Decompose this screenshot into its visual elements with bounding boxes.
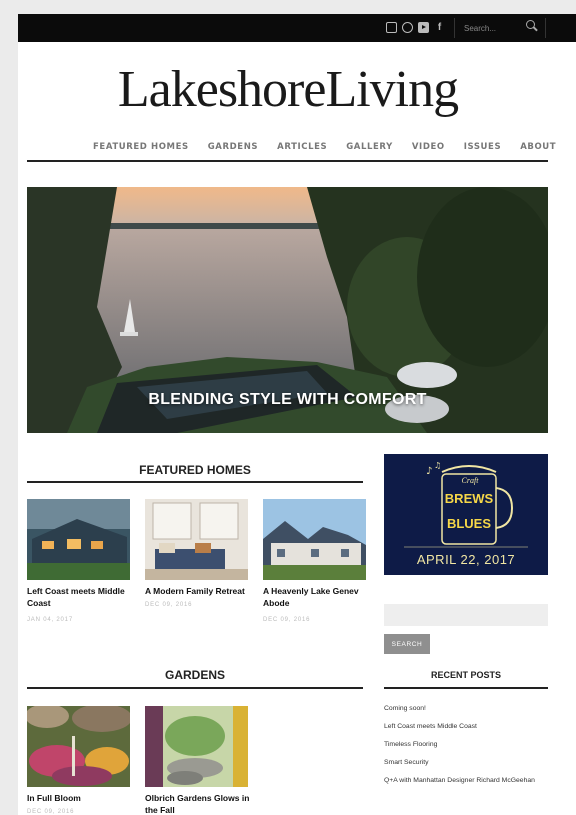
- card-date: DEC 09, 2016: [263, 617, 311, 623]
- section-divider: [27, 687, 363, 689]
- ad-line-brews: BREWS: [444, 491, 494, 506]
- nav-item-about[interactable]: ABOUT: [520, 142, 556, 152]
- main-nav: FEATURED HOMES GARDENS ARTICLES GALLERY …: [93, 142, 556, 152]
- nav-item-gardens[interactable]: GARDENS: [208, 142, 258, 152]
- card-image-left-coast[interactable]: [27, 499, 130, 580]
- hero-banner[interactable]: BLENDING STYLE WITH COMFORT: [27, 187, 548, 433]
- card-title-left-coast[interactable]: Left Coast meets Middle Coast: [27, 585, 143, 609]
- recent-post-link[interactable]: Left Coast meets Middle Coast: [384, 722, 548, 731]
- recent-post-link[interactable]: Smart Security: [384, 758, 548, 767]
- youtube-icon[interactable]: [418, 22, 429, 33]
- nav-item-issues[interactable]: ISSUES: [464, 142, 501, 152]
- card-title-full-bloom[interactable]: In Full Bloom: [27, 792, 143, 804]
- nav-item-video[interactable]: VIDEO: [412, 142, 445, 152]
- card-title-lake-geneva[interactable]: A Heavenly Lake Genev Abode: [263, 585, 373, 609]
- card-date: JAN 04, 2017: [27, 617, 73, 623]
- sidebar-ad-banner[interactable]: ♪ ♫ Craft BREWS BLUES APRIL 22, 2017: [384, 454, 548, 575]
- section-heading-gardens: GARDENS: [164, 668, 225, 682]
- ad-date: APRIL 22, 2017: [416, 552, 516, 567]
- card-image-full-bloom[interactable]: [27, 706, 130, 787]
- card-image-lake-geneva[interactable]: [263, 499, 366, 580]
- ad-line-craft: Craft: [461, 476, 479, 485]
- nav-item-gallery[interactable]: GALLERY: [346, 142, 393, 152]
- divider: [454, 18, 455, 38]
- card-date: DEC 09, 2016: [27, 809, 75, 815]
- site-logo[interactable]: LakeshoreLiving: [18, 60, 558, 120]
- section-divider: [27, 481, 363, 483]
- search-icon[interactable]: [526, 20, 538, 34]
- section-heading-featured-homes: FEATURED HOMES: [139, 463, 251, 477]
- sidebar-search-input[interactable]: [384, 604, 548, 626]
- search-button[interactable]: SEARCH: [384, 634, 430, 654]
- recent-posts-heading: RECENT POSTS: [430, 670, 501, 680]
- hero-title[interactable]: BLENDING STYLE WITH COMFORT: [27, 391, 548, 409]
- header-divider: [27, 160, 548, 162]
- nav-item-featured-homes[interactable]: FEATURED HOMES: [93, 142, 189, 152]
- svg-text:♫: ♫: [434, 461, 441, 470]
- recent-post-link[interactable]: Timeless Flooring: [384, 740, 548, 749]
- pinterest-icon[interactable]: [402, 22, 413, 33]
- facebook-icon[interactable]: f: [434, 22, 445, 33]
- ad-line-blues: BLUES: [446, 516, 492, 531]
- recent-posts-list: Coming soon! Left Coast meets Middle Coa…: [384, 704, 548, 794]
- search-input[interactable]: [464, 20, 524, 36]
- nav-item-articles[interactable]: ARTICLES: [277, 142, 327, 152]
- divider: [545, 18, 546, 38]
- recent-posts-divider: [384, 687, 548, 689]
- card-date: DEC 09, 2016: [145, 602, 193, 608]
- card-title-modern-family[interactable]: A Modern Family Retreat: [145, 585, 261, 597]
- card-title-olbrich-gardens[interactable]: Olbrich Gardens Glows in the Fall: [145, 792, 261, 815]
- page: f LakeshoreLiving FEATURED HOMES GARDENS…: [18, 14, 576, 815]
- top-bar: f: [18, 14, 576, 42]
- recent-post-link[interactable]: Q+A with Manhattan Designer Richard McGe…: [384, 776, 548, 785]
- recent-post-link[interactable]: Coming soon!: [384, 704, 548, 713]
- card-image-olbrich-gardens[interactable]: [145, 706, 248, 787]
- instagram-icon[interactable]: [386, 22, 397, 33]
- svg-text:♪: ♪: [426, 466, 432, 477]
- card-image-modern-family[interactable]: [145, 499, 248, 580]
